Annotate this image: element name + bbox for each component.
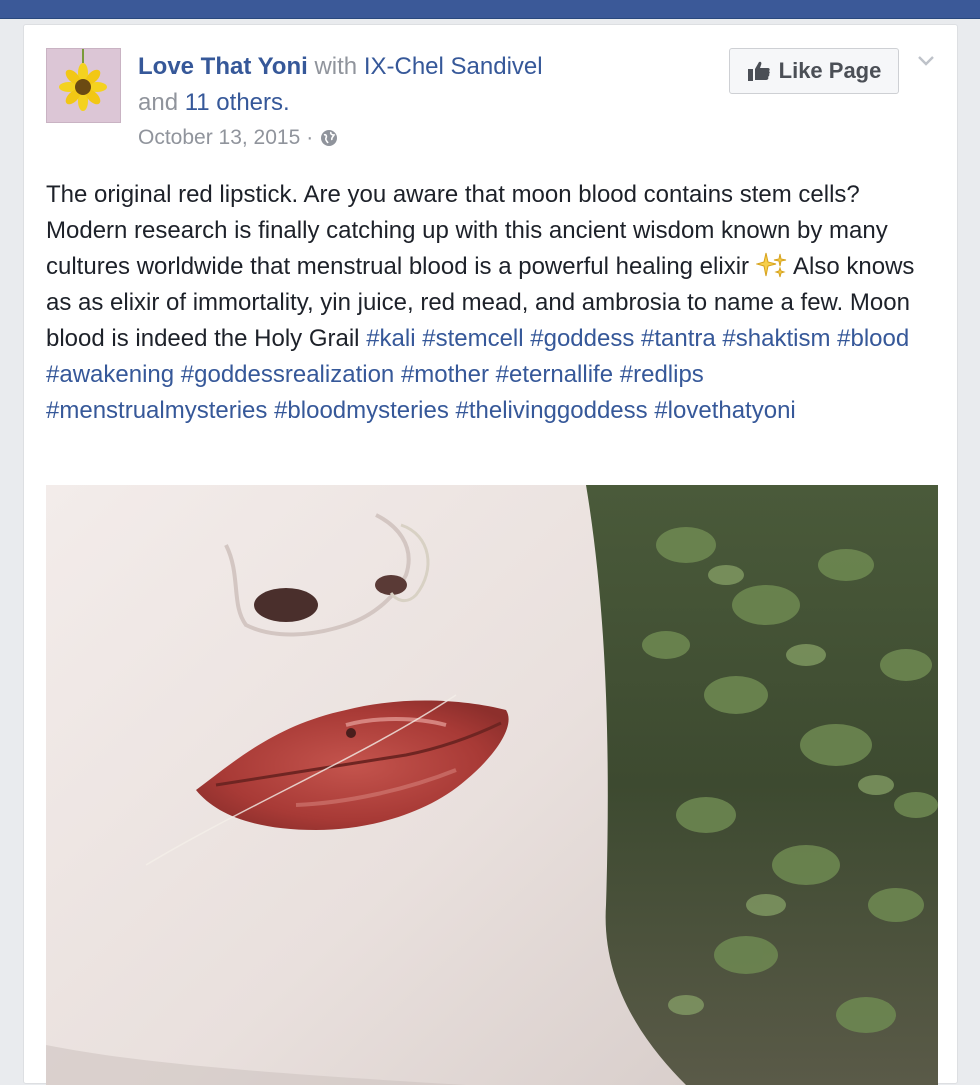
hashtag-link[interactable]: #lovethatyoni: [654, 397, 795, 424]
hashtag-link[interactable]: #kali: [366, 325, 415, 352]
page-name-link[interactable]: Love That Yoni: [138, 53, 308, 80]
sunflower-icon: [47, 49, 120, 122]
hashtag-link[interactable]: #awakening: [46, 361, 174, 388]
post-meta: October 13, 2015 ·: [138, 126, 339, 150]
hashtag-link[interactable]: #goddess: [530, 325, 634, 352]
chevron-down-icon[interactable]: [914, 49, 938, 73]
meta-separator: ·: [306, 126, 314, 149]
page-avatar[interactable]: [46, 48, 121, 123]
hashtag-link[interactable]: #stemcell: [422, 325, 523, 352]
hashtag-link[interactable]: #blood: [837, 325, 909, 352]
hashtag-link[interactable]: #shaktism: [722, 325, 830, 352]
post-header: Love That Yoni with IX-Chel Sandivel and…: [138, 49, 588, 121]
and-text: and: [138, 89, 179, 116]
thumbs-up-icon: [747, 61, 770, 81]
photo-image: [46, 485, 938, 1085]
hashtag-link[interactable]: #eternallife: [496, 361, 613, 388]
hashtag-link[interactable]: #mother: [401, 361, 489, 388]
sparkles-icon: [755, 252, 786, 278]
with-text: with: [314, 53, 358, 80]
others-link[interactable]: 11 others.: [185, 89, 290, 116]
post-card: Love That Yoni with IX-Chel Sandivel and…: [23, 24, 958, 1085]
post-message: The original red lipstick. Are you aware…: [46, 177, 926, 429]
hashtag-link[interactable]: #tantra: [641, 325, 716, 352]
hashtag-link[interactable]: #thelivinggoddess: [456, 397, 648, 424]
hashtag-link[interactable]: #goddessrealization: [181, 361, 394, 388]
globe-icon[interactable]: [319, 128, 339, 148]
like-page-button[interactable]: Like Page: [729, 48, 899, 94]
top-navigation-bar: [0, 0, 980, 19]
post-photo[interactable]: [46, 485, 938, 1085]
post-date[interactable]: October 13, 2015: [138, 126, 300, 150]
hashtag-link[interactable]: #redlips: [620, 361, 704, 388]
like-page-label: Like Page: [778, 58, 882, 83]
hashtag-link[interactable]: #bloodmysteries: [274, 397, 449, 424]
hashtag-link[interactable]: #menstrualmysteries: [46, 397, 267, 424]
tagged-person-link[interactable]: IX-Chel Sandivel: [364, 53, 543, 80]
